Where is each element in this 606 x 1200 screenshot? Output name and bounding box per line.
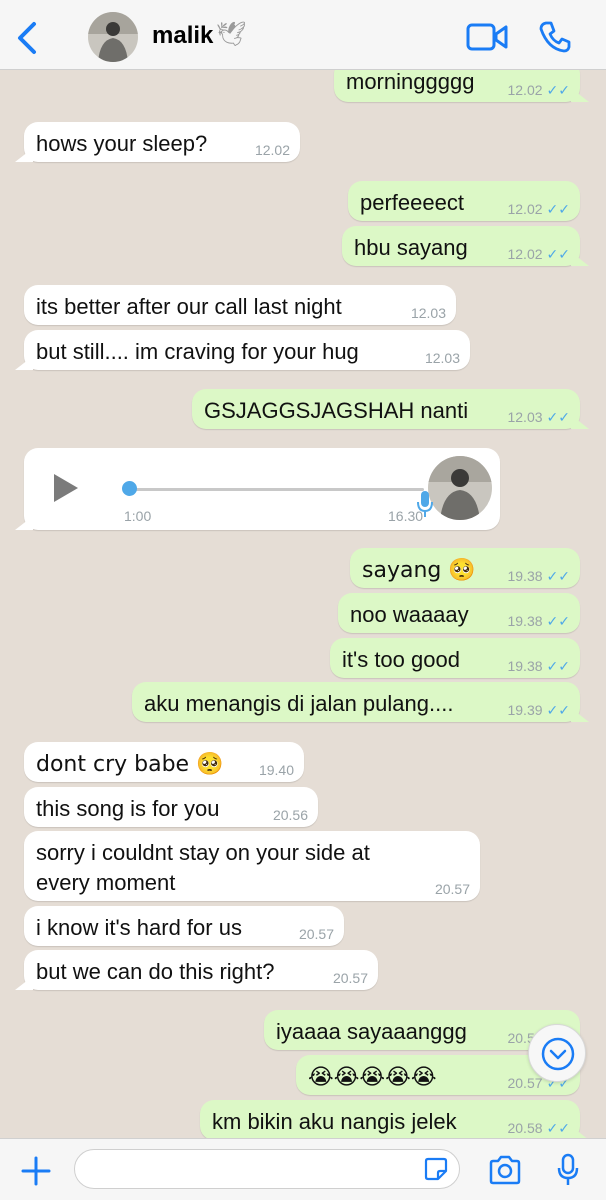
message-text: this song is for you bbox=[36, 796, 220, 821]
microphone-icon[interactable] bbox=[556, 1153, 580, 1187]
message-bubble[interactable]: dont cry babe 🥺 19.40 bbox=[24, 742, 304, 782]
message-bubble[interactable]: noo waaaay 19.38 ✓✓ bbox=[338, 593, 580, 633]
back-chevron-icon[interactable] bbox=[14, 20, 44, 56]
voice-progress-handle[interactable] bbox=[122, 481, 137, 496]
message-text: km bikin aku nangis jelek bbox=[212, 1109, 457, 1134]
message-text: morninggggg bbox=[346, 70, 475, 94]
read-ticks-icon: ✓✓ bbox=[546, 82, 570, 98]
message-time: 19.39 ✓✓ bbox=[507, 702, 570, 718]
message-bubble[interactable]: this song is for you 20.56 bbox=[24, 787, 318, 827]
read-ticks-icon: ✓✓ bbox=[546, 702, 570, 718]
message-bubble[interactable]: sayang 🥺 19.38 ✓✓ bbox=[350, 548, 580, 588]
message-bubble[interactable]: perfeeeect 12.02 ✓✓ bbox=[348, 181, 580, 221]
message-text: but still.... im craving for your hug bbox=[36, 339, 359, 364]
message-text: GSJAGGSJAGSHAH nanti bbox=[204, 398, 469, 423]
message-bubble[interactable]: sorry i couldnt stay on your side at eve… bbox=[24, 831, 480, 901]
message-time: 12.02 ✓✓ bbox=[507, 82, 570, 98]
message-text: i know it's hard for us bbox=[36, 915, 242, 940]
message-text: aku menangis di jalan pulang.... bbox=[144, 691, 454, 716]
message-time: 20.56 bbox=[272, 807, 308, 823]
message-time: 19.38 ✓✓ bbox=[507, 658, 570, 674]
message-bubble[interactable]: but still.... im craving for your hug 12… bbox=[24, 330, 470, 370]
message-time: 12.03 bbox=[410, 305, 446, 321]
voice-sender-avatar bbox=[428, 456, 492, 520]
voice-duration: 1:00 bbox=[124, 508, 152, 524]
camera-icon[interactable] bbox=[488, 1155, 522, 1185]
message-time: 12.02 ✓✓ bbox=[507, 201, 570, 217]
message-time: 12.03 ✓✓ bbox=[507, 409, 570, 425]
message-text: 😭😭😭😭😭 bbox=[308, 1065, 437, 1090]
message-bubble[interactable]: its better after our call last night 12.… bbox=[24, 285, 456, 325]
message-time: 20.57 bbox=[434, 881, 470, 897]
message-bubble[interactable]: hbu sayang 12.02 ✓✓ bbox=[342, 226, 580, 266]
scroll-to-bottom-button[interactable] bbox=[528, 1024, 586, 1082]
message-bubble[interactable]: km bikin aku nangis jelek 20.58 ✓✓ bbox=[200, 1100, 580, 1138]
message-text: sayang 🥺 bbox=[362, 558, 476, 583]
message-bubble[interactable]: morninggggg 12.02 ✓✓ bbox=[334, 70, 580, 102]
message-time: 20.57 bbox=[298, 926, 334, 942]
chat-header: malik 🕊 bbox=[0, 0, 606, 70]
dove-emoji: 🕊 bbox=[216, 20, 247, 48]
mic-icon bbox=[417, 491, 433, 517]
message-text: perfeeeect bbox=[360, 190, 464, 215]
read-ticks-icon: ✓✓ bbox=[546, 568, 570, 584]
message-text: noo waaaay bbox=[350, 602, 469, 627]
contact-name[interactable]: malik bbox=[152, 22, 213, 50]
message-bubble[interactable]: but we can do this right? 20.57 bbox=[24, 950, 378, 990]
message-input[interactable] bbox=[74, 1149, 460, 1189]
play-icon[interactable] bbox=[52, 472, 80, 504]
voice-call-icon[interactable] bbox=[538, 20, 572, 54]
voice-progress-track[interactable] bbox=[128, 488, 424, 491]
read-ticks-icon: ✓✓ bbox=[546, 201, 570, 217]
composer-bar bbox=[0, 1138, 606, 1200]
chevron-down-icon bbox=[541, 1037, 575, 1071]
message-text: sorry i couldnt stay on your side at eve… bbox=[36, 840, 370, 895]
message-bubble[interactable]: hows your sleep? 12.02 bbox=[24, 122, 300, 162]
message-bubble[interactable]: it's too good 19.38 ✓✓ bbox=[330, 638, 580, 678]
message-text: it's too good bbox=[342, 647, 460, 672]
message-bubble[interactable]: i know it's hard for us 20.57 bbox=[24, 906, 344, 946]
read-ticks-icon: ✓✓ bbox=[546, 409, 570, 425]
message-text: hbu sayang bbox=[354, 235, 468, 260]
message-text: dont cry babe 🥺 bbox=[36, 752, 224, 777]
attach-plus-icon[interactable] bbox=[20, 1155, 52, 1187]
voice-message[interactable]: 1:00 16.30 bbox=[24, 448, 500, 530]
sticker-icon[interactable] bbox=[424, 1157, 448, 1181]
message-list[interactable]: morninggggg 12.02 ✓✓ hows your sleep? 12.… bbox=[0, 70, 606, 1138]
message-time: 20.57 bbox=[332, 970, 368, 986]
message-time: 12.03 bbox=[424, 350, 460, 366]
message-time: 12.02 ✓✓ bbox=[507, 246, 570, 262]
message-text: iyaaaa sayaaanggg bbox=[276, 1019, 467, 1044]
message-bubble[interactable]: GSJAGGSJAGSHAH nanti 12.03 ✓✓ bbox=[192, 389, 580, 429]
video-call-icon[interactable] bbox=[466, 22, 508, 52]
message-text: its better after our call last night bbox=[36, 294, 342, 319]
message-bubble[interactable]: aku menangis di jalan pulang.... 19.39 ✓✓ bbox=[132, 682, 580, 722]
message-time: 19.38 ✓✓ bbox=[507, 613, 570, 629]
contact-avatar[interactable] bbox=[88, 12, 138, 62]
read-ticks-icon: ✓✓ bbox=[546, 658, 570, 674]
message-text: hows your sleep? bbox=[36, 131, 208, 156]
message-time: 20.58✓✓ bbox=[507, 1120, 570, 1136]
message-time: 12.02 bbox=[254, 142, 290, 158]
read-ticks-icon: ✓✓ bbox=[546, 1120, 570, 1136]
read-ticks-icon: ✓✓ bbox=[546, 246, 570, 262]
read-ticks-icon: ✓✓ bbox=[546, 613, 570, 629]
message-time: 19.40 bbox=[258, 762, 294, 778]
message-text: but we can do this right? bbox=[36, 959, 275, 984]
message-time: 19.38 ✓✓ bbox=[507, 568, 570, 584]
